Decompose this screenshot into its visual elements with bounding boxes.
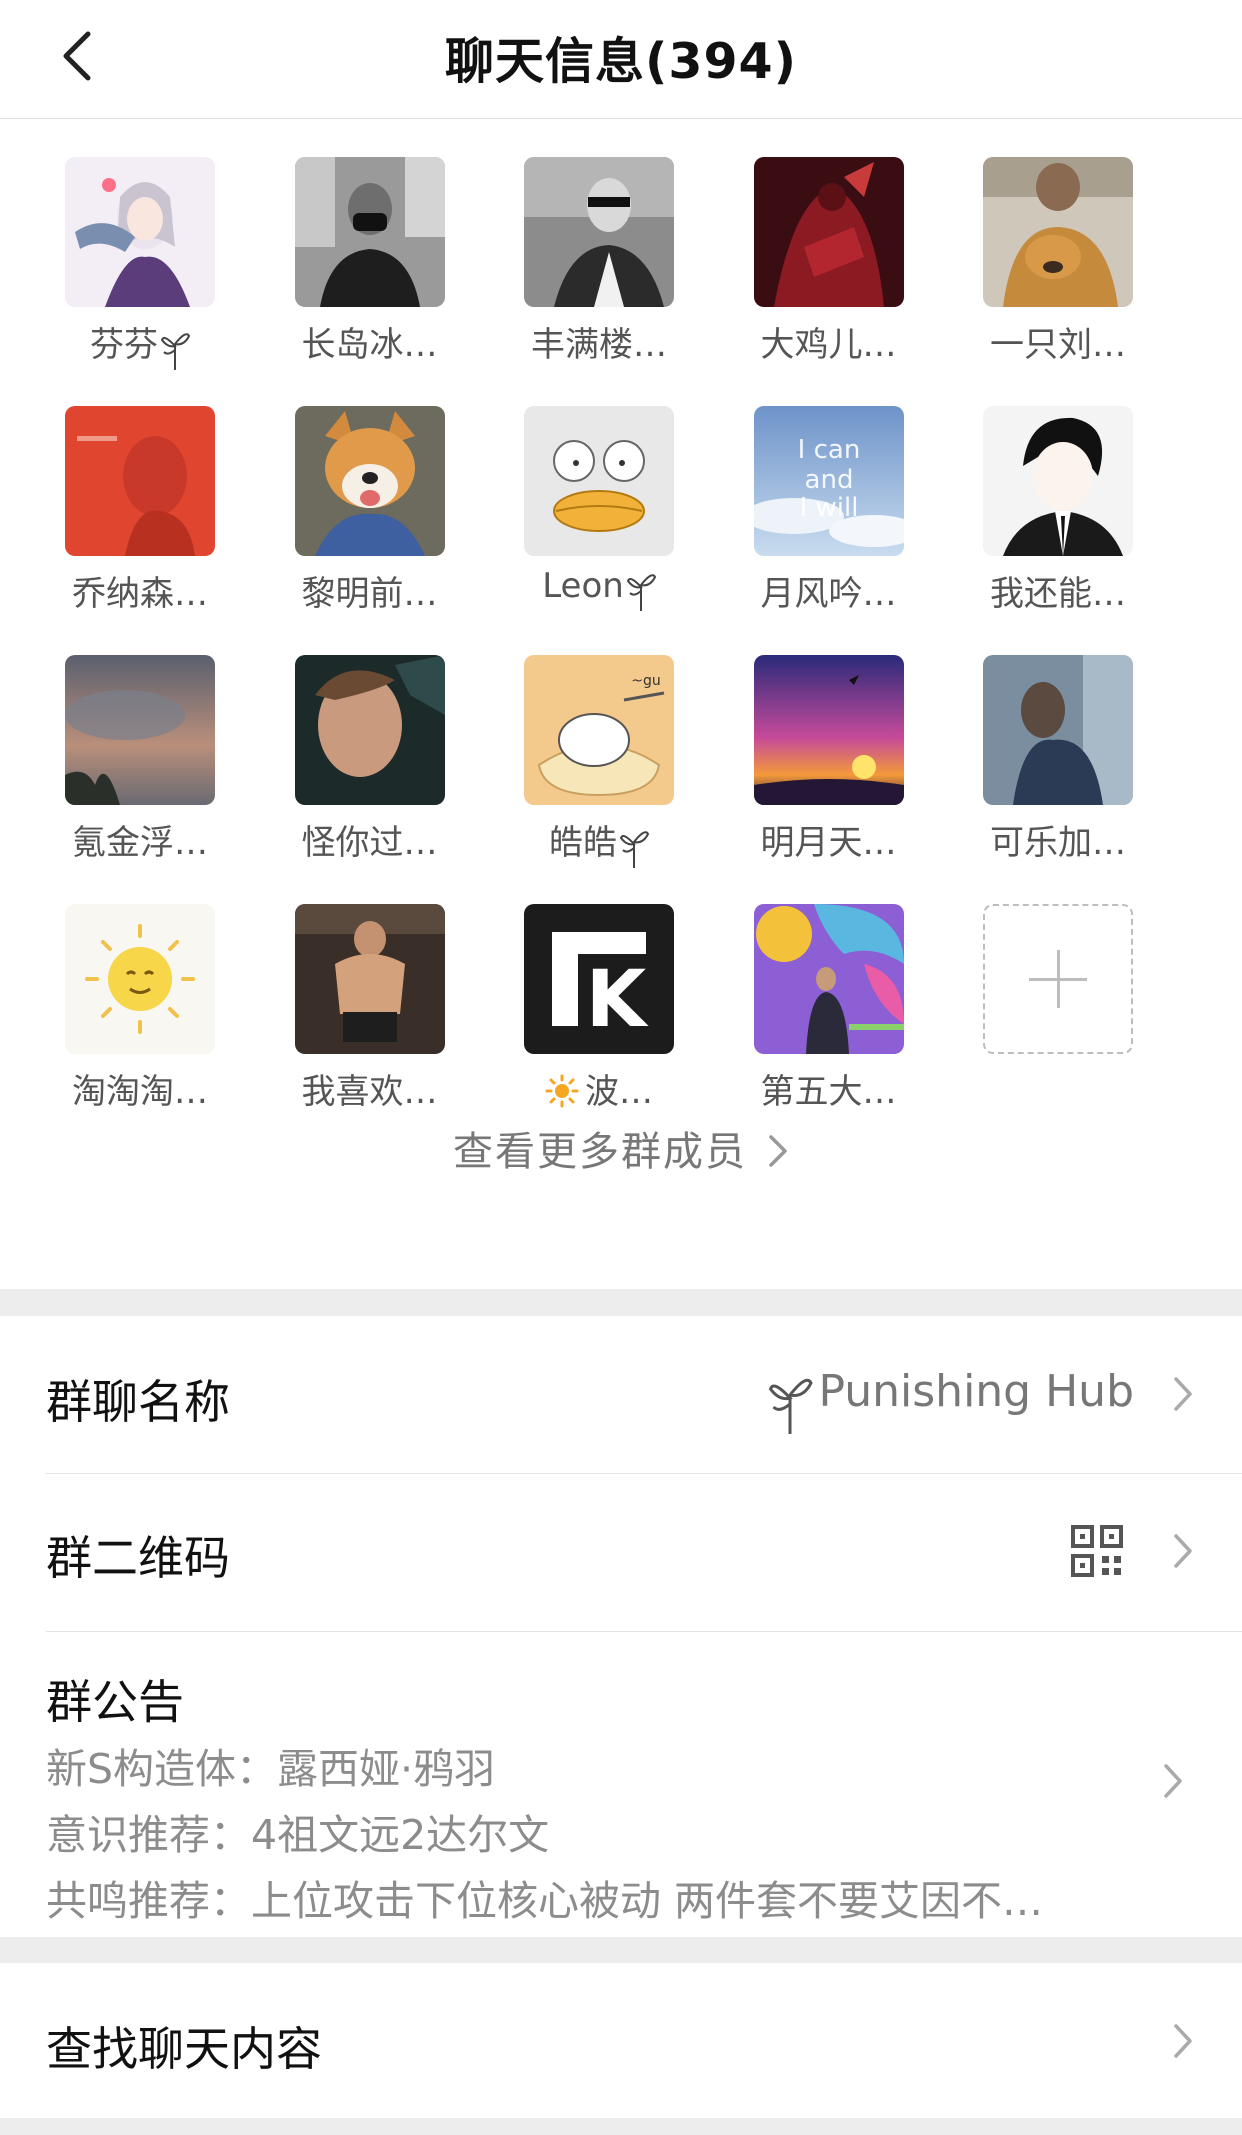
plus-icon [983, 904, 1133, 1054]
group-name-value: Punishing Hub [767, 1366, 1134, 1434]
tk-logo-text: K [586, 955, 649, 1045]
svg-text:I will: I will [799, 493, 858, 523]
avatar: I can and I will [753, 406, 904, 556]
avatar [983, 655, 1133, 805]
add-member-button[interactable] [983, 904, 1133, 1054]
member-name: 黎明前… [301, 574, 438, 614]
group-notice-content: 新S构造体：露西娅·鸦羽 意识推荐：4祖文远2达尔文 共鸣推荐：上位攻击下位核心… [46, 1736, 1043, 1934]
chevron-right-icon [1174, 1377, 1192, 1411]
member-name: 怪你过… [301, 823, 438, 863]
member-name: 第五大… [760, 1072, 897, 1112]
notice-line: 新S构造体：露西娅·鸦羽 [46, 1745, 496, 1793]
avatar [524, 406, 674, 556]
nav-bar: 聊天信息(394) [0, 0, 1242, 119]
member-item[interactable]: 黎明前… [294, 406, 445, 614]
avatar [983, 157, 1133, 307]
member-item[interactable]: 氪金浮… [65, 655, 215, 863]
group-name-label: 群聊名称 [46, 1375, 230, 1429]
member-name: 一只刘… [990, 325, 1126, 365]
group-qr-label: 群二维码 [46, 1531, 230, 1585]
notice-line: 意识推荐：4祖文远2达尔文 [46, 1811, 550, 1859]
avatar [753, 157, 904, 307]
member-name: 长岛冰… [301, 325, 438, 365]
avatar [294, 406, 445, 556]
member-item[interactable]: 明月天… [753, 655, 904, 863]
search-chat-label: 查找聊天内容 [46, 2022, 322, 2076]
member-item[interactable]: 可乐加… [983, 655, 1133, 863]
member-item[interactable]: 淘淘淘… [65, 904, 215, 1112]
avatar [983, 406, 1133, 556]
avatar [753, 904, 904, 1054]
member-name: 可乐加… [990, 823, 1126, 863]
search-chat-row[interactable]: 查找聊天内容 [0, 1963, 1242, 2118]
plant-badge-icon [626, 574, 656, 611]
member-item[interactable]: Leon [524, 406, 674, 611]
plant-badge-icon [619, 831, 649, 868]
member-name: 我还能… [990, 574, 1126, 614]
avatar [65, 655, 215, 805]
member-item[interactable]: 怪你过… [294, 655, 445, 863]
member-item[interactable]: K 波… [524, 904, 674, 1112]
notice-line: 共鸣推荐：上位攻击下位核心被动 两件套不要艾因不… [46, 1877, 1044, 1925]
group-name-row[interactable]: 群聊名称 Punishing Hub [46, 1316, 1242, 1474]
member-item[interactable]: 乔纳森… [65, 406, 215, 614]
chevron-right-icon [1174, 1534, 1192, 1568]
member-item[interactable]: ~gu 皓皓 [524, 655, 674, 868]
sun-badge-icon [545, 1074, 579, 1108]
member-name: Leon [484, 566, 714, 611]
member-item[interactable]: 长岛冰… [294, 157, 445, 365]
group-notice-row[interactable]: 群公告 新S构造体：露西娅·鸦羽 意识推荐：4祖文远2达尔文 共鸣推荐：上位攻击… [46, 1632, 1242, 1937]
member-grid: 芬芬 长岛冰… 丰满楼… 大鸡儿… 一只刘… 乔纳森… 黎明前… Leon I … [65, 157, 1133, 1112]
member-item[interactable]: 丰满楼… [524, 157, 674, 365]
member-name: 乔纳森… [72, 574, 208, 614]
avatar [294, 655, 445, 805]
page-title: 聊天信息(394) [444, 33, 798, 90]
avatar [294, 157, 445, 307]
plant-badge-icon [768, 1378, 813, 1434]
chevron-right-icon [769, 1135, 787, 1167]
member-name: 芬芬 [25, 317, 255, 370]
qr-code-icon [1071, 1525, 1123, 1577]
avatar [65, 904, 215, 1054]
avatar [524, 157, 674, 307]
group-notice-label: 群公告 [46, 1675, 184, 1729]
avatar [753, 655, 904, 805]
group-settings-panel: 群聊名称 Punishing Hub 群二维码 群公告 新S构造体：露西娅·鸦羽… [0, 1316, 1242, 1937]
member-name: 皓皓 [484, 815, 714, 868]
member-name: 淘淘淘… [72, 1072, 208, 1112]
member-name: 大鸡儿… [760, 325, 897, 365]
member-name: 氪金浮… [72, 823, 208, 863]
member-item[interactable]: 一只刘… [983, 157, 1133, 365]
avatar [294, 904, 445, 1054]
avatar [65, 406, 215, 556]
member-name: 月风吟… [760, 574, 897, 614]
member-item[interactable]: 芬芬 [65, 157, 215, 370]
member-name: 波… [484, 1064, 714, 1113]
chevron-right-icon [1174, 2024, 1192, 2058]
member-item[interactable]: 我喜欢… [294, 904, 445, 1112]
svg-text:I can: I can [797, 435, 860, 465]
group-qr-row[interactable]: 群二维码 [46, 1474, 1242, 1632]
member-name: 我喜欢… [301, 1072, 438, 1112]
member-name: 丰满楼… [531, 325, 667, 365]
svg-text:and: and [804, 465, 853, 495]
member-name: 明月天… [760, 823, 897, 863]
members-panel: 芬芬 长岛冰… 丰满楼… 大鸡儿… 一只刘… 乔纳森… 黎明前… Leon I … [0, 119, 1242, 1289]
member-item[interactable]: 大鸡儿… [753, 157, 904, 365]
avatar: ~gu [524, 655, 674, 805]
avatar: K [524, 904, 674, 1054]
plant-badge-icon [160, 333, 190, 370]
member-item[interactable]: I can and I will 月风吟… [753, 406, 904, 614]
view-more-members-link[interactable]: 查看更多群成员 [0, 1119, 1242, 1177]
avatar [65, 157, 215, 307]
member-item[interactable]: 我还能… [983, 406, 1133, 614]
member-item[interactable]: 第五大… [753, 904, 904, 1112]
chevron-right-icon [1164, 1764, 1182, 1798]
cat-bubble-text: ~gu [631, 673, 661, 689]
